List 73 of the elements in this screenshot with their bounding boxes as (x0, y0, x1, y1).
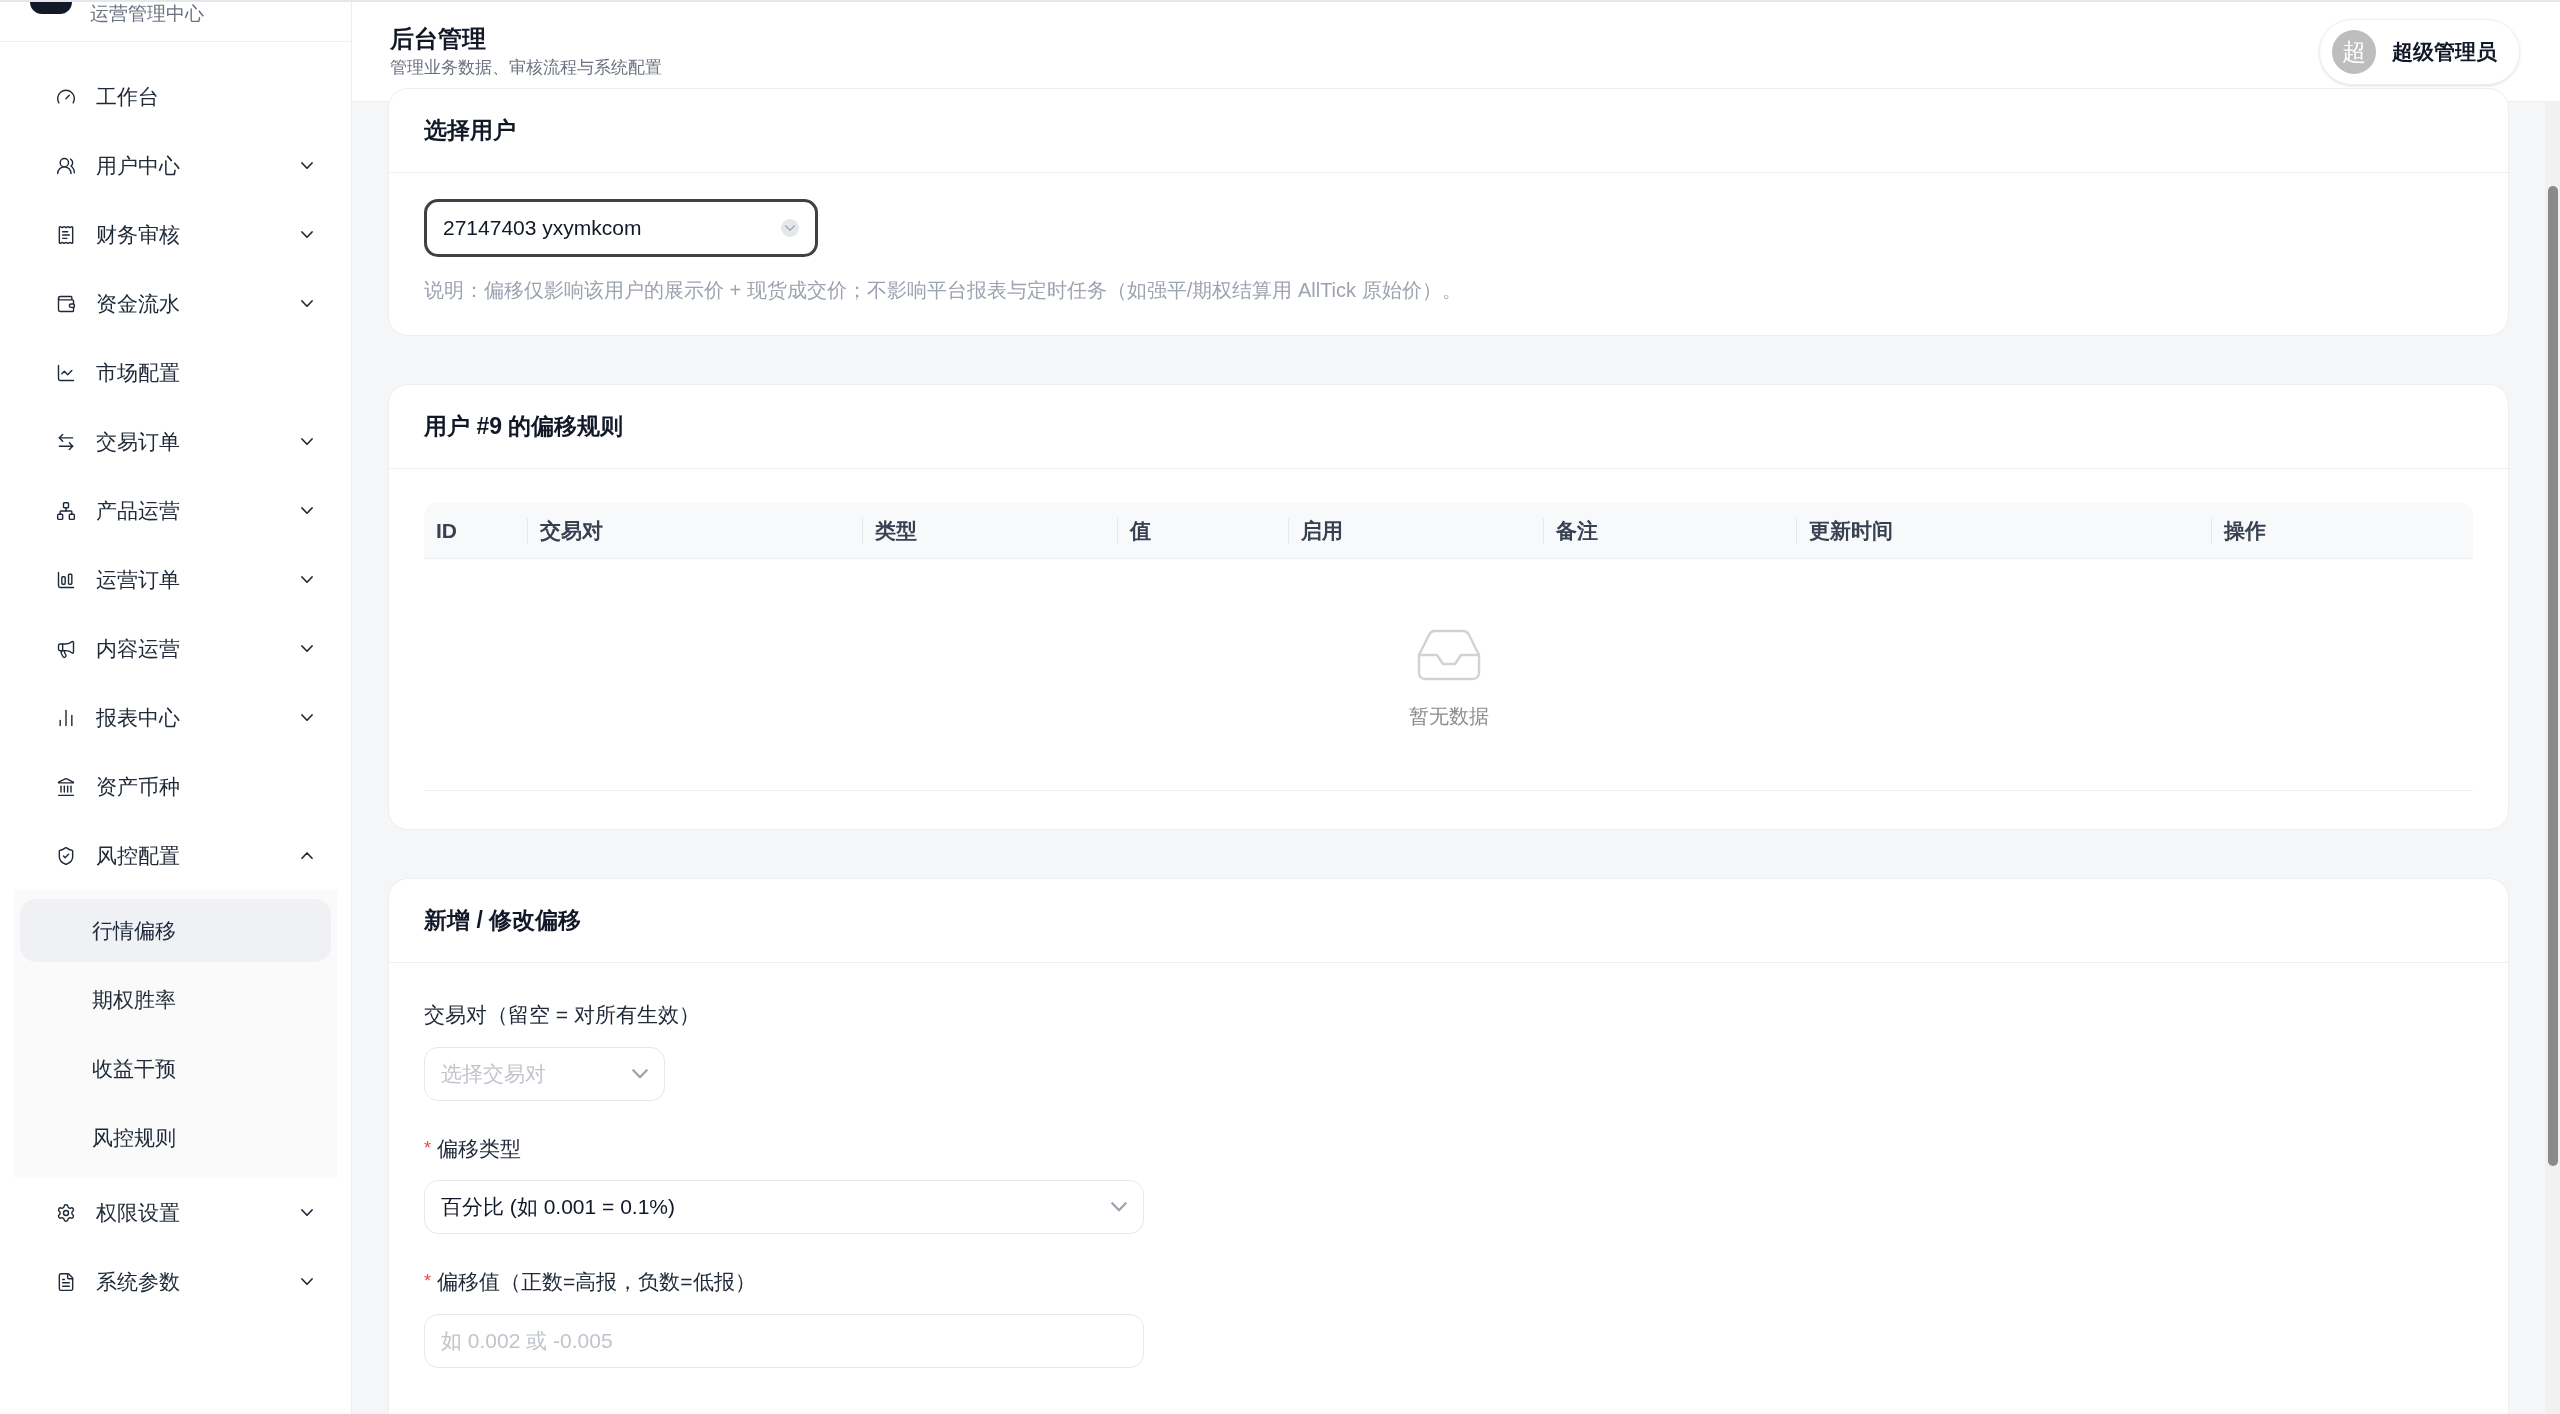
chevron-down-icon (1111, 1202, 1127, 1212)
avatar: 超 (2332, 29, 2376, 74)
card-title: 选择用户 (424, 116, 516, 146)
page-subtitle: 管理业务数据、审核流程与系统配置 (390, 56, 663, 79)
sidebar-item[interactable]: 风控配置 (14, 821, 337, 890)
chevron-down-icon (301, 575, 313, 584)
chevron-down-icon (301, 230, 313, 239)
bar-chart-icon (56, 569, 76, 590)
empty-text: 暂无数据 (1408, 703, 1489, 729)
column-header: 类型 (875, 517, 917, 544)
sidebar-item[interactable]: 资金流水 (14, 269, 337, 338)
sidebar-subtitle: 运营管理中心 (90, 2, 204, 26)
scrollbar[interactable] (2545, 102, 2560, 1414)
submenu-item[interactable]: 期权胜率 (20, 968, 331, 1031)
arrows-icon (56, 431, 76, 452)
wallet-icon (56, 293, 76, 314)
required-mark: * (424, 1270, 431, 1294)
page-title: 后台管理 (390, 23, 487, 54)
required-mark: * (424, 1136, 431, 1160)
chevron-down-icon (301, 161, 313, 170)
field-label: 偏移值（正数=高报，负数=低报） (437, 1269, 756, 1295)
sidebar-item[interactable]: 内容运营 (14, 614, 337, 683)
settings-icon (56, 1202, 76, 1223)
chevron-down-icon (301, 644, 313, 653)
column-header: ID (436, 517, 457, 544)
note-text: 说明：偏移仅影响该用户的展示价 + 现货成交价；不影响平台报表与定时任务（如强平/期权结算用 AllTick 原始价）。 (424, 278, 1463, 303)
select-field[interactable]: 百分比 (如 0.001 = 0.1%) (424, 1180, 1144, 1234)
sidebar-item[interactable]: 报表中心 (14, 683, 337, 752)
column-header: 备注 (1556, 517, 1598, 544)
receipt-icon (56, 224, 76, 245)
submenu-item[interactable]: 收益干预 (20, 1037, 331, 1100)
field-label: 交易对（留空 = 对所有生效） (424, 1002, 700, 1028)
sidebar-item[interactable]: 交易订单 (14, 407, 337, 476)
users-icon (56, 155, 76, 176)
chevron-down-icon (301, 1208, 313, 1217)
clear-chevron-icon (781, 219, 799, 237)
chevron-down-icon (301, 299, 313, 308)
column-header: 值 (1130, 517, 1151, 544)
shield-check-icon (56, 845, 76, 866)
logo-icon (30, 2, 72, 14)
sidebar-item[interactable]: 用户中心 (14, 131, 337, 200)
column-header: 交易对 (540, 517, 603, 544)
submenu-item[interactable]: 风控规则 (20, 1106, 331, 1169)
document-icon (56, 1271, 76, 1292)
field-label: 偏移类型 (437, 1135, 521, 1162)
sidebar-item[interactable]: 运营订单 (14, 545, 337, 614)
card-title: 新增 / 修改偏移 (424, 906, 582, 936)
bar-chart-icon (56, 707, 76, 728)
sidebar-item[interactable]: 工作台 (14, 62, 337, 131)
bank-icon (56, 776, 76, 797)
megaphone-icon (56, 638, 76, 659)
chevron-down-icon (632, 1068, 648, 1079)
chevron-down-icon (301, 713, 313, 722)
sidebar-item[interactable]: 资产币种 (14, 752, 337, 821)
sidebar-item[interactable]: 系统参数 (14, 1247, 337, 1316)
network-icon (56, 500, 76, 521)
chevron-down-icon (301, 1277, 313, 1286)
column-header: 更新时间 (1809, 517, 1893, 544)
card-title: 用户 #9 的偏移规则 (424, 412, 624, 442)
submenu-item[interactable]: 行情偏移 (20, 899, 331, 962)
column-header: 启用 (1301, 517, 1343, 544)
sidebar-item[interactable]: 市场配置 (14, 338, 337, 407)
chevron-up-icon (301, 851, 313, 860)
sidebar-item[interactable]: 权限设置 (14, 1178, 337, 1247)
sidebar-item[interactable]: 财务审核 (14, 200, 337, 269)
chevron-down-icon (301, 437, 313, 446)
input-field[interactable]: 如 0.002 或 -0.005 (424, 1313, 1144, 1368)
line-chart-icon (56, 362, 76, 383)
chevron-down-icon (301, 506, 313, 515)
sidebar-item[interactable]: 产品运营 (14, 476, 337, 545)
user-name: 超级管理员 (2392, 38, 2497, 65)
column-header: 操作 (2224, 517, 2266, 544)
user-select[interactable]: 27147403 yxymkcom (424, 199, 818, 257)
